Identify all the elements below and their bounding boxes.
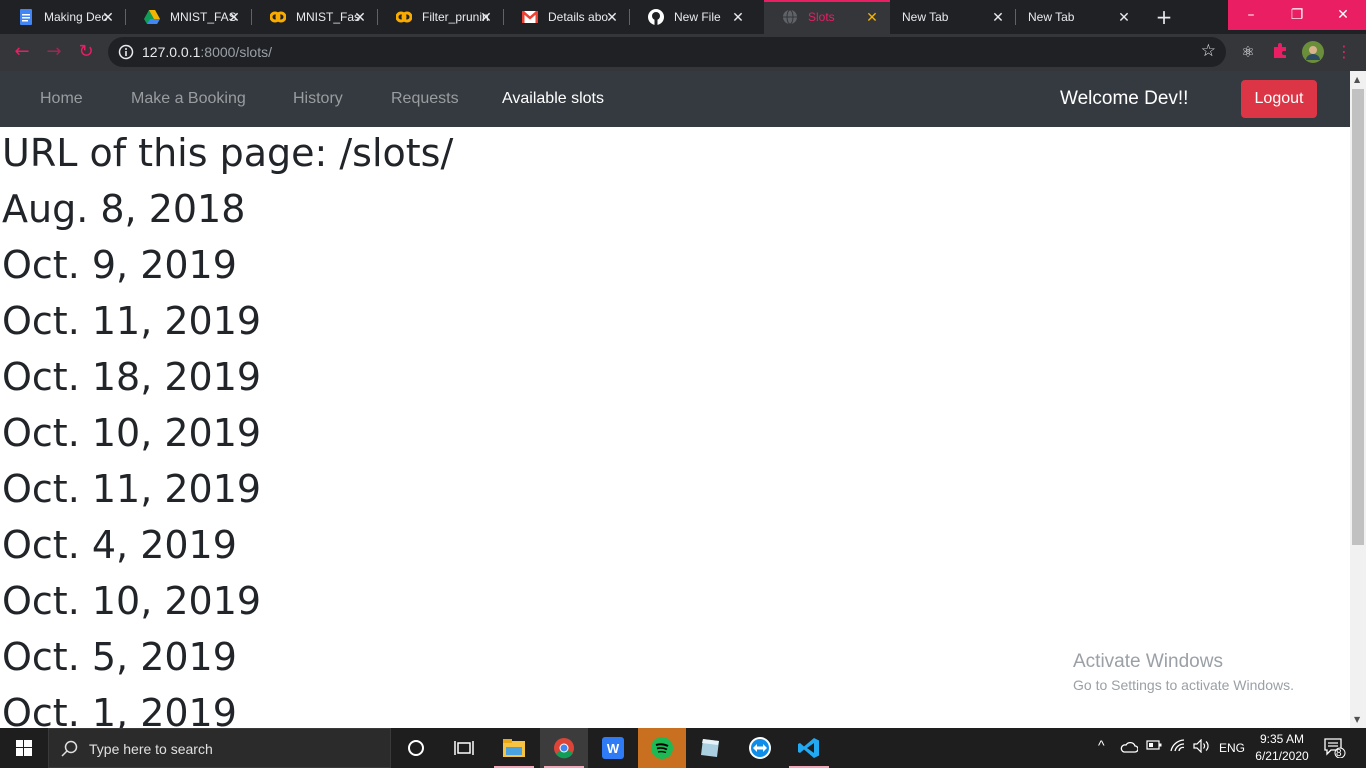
tab-slots[interactable]: Slots ✕ <box>764 0 890 34</box>
search-placeholder: Type here to search <box>89 741 213 757</box>
tab-close-icon[interactable]: ✕ <box>730 9 746 25</box>
slot-date: Oct. 10, 2019 <box>2 411 262 455</box>
logout-button[interactable]: Logout <box>1241 80 1317 118</box>
windows-taskbar: Type here to search W ^ ENG 9:35 AM 6/21… <box>0 728 1366 768</box>
file-explorer-icon[interactable] <box>490 728 538 768</box>
task-view-icon[interactable] <box>440 728 488 768</box>
slot-date: Oct. 4, 2019 <box>2 523 237 567</box>
address-path: :8000/slots/ <box>200 44 272 60</box>
clock-date: 6/21/2020 <box>1255 749 1309 763</box>
tab-close-icon[interactable]: ✕ <box>226 9 242 25</box>
watermark-subtitle: Go to Settings to activate Windows. <box>1073 677 1294 693</box>
browser-toolbar: ← → ↻ 127.0.0.1:8000/slots/ ☆ ⚛ ⋮ <box>0 34 1366 71</box>
slot-date: Oct. 18, 2019 <box>2 355 262 399</box>
taskbar-clock[interactable]: 9:35 AM 6/21/2020 <box>1250 731 1314 765</box>
cortana-icon[interactable] <box>392 728 440 768</box>
vscode-icon[interactable] <box>785 728 833 768</box>
tab-making-dec[interactable]: Making Dec ✕ <box>0 0 126 34</box>
scroll-down-arrow-icon[interactable]: ▼ <box>1354 715 1360 724</box>
browser-tab-strip: Making Dec ✕ MNIST_FAS ✕ MNIST_Fas ✕ Fil… <box>0 0 1366 34</box>
google-docs-icon <box>18 9 34 25</box>
search-icon <box>61 740 79 758</box>
tab-mnist-fas-colab[interactable]: MNIST_Fas ✕ <box>252 0 378 34</box>
chrome-icon[interactable] <box>540 728 588 768</box>
tab-new-tab-1[interactable]: New Tab ✕ <box>890 0 1016 34</box>
slot-date: Oct. 11, 2019 <box>2 467 262 511</box>
windows-start-icon[interactable] <box>0 728 48 768</box>
tray-chevron-up-icon[interactable]: ^ <box>1098 737 1105 753</box>
welcome-text: Welcome Dev!! <box>1060 88 1189 109</box>
tab-filter-pruning[interactable]: Filter_prunin ✕ <box>378 0 504 34</box>
slot-date: Oct. 1, 2019 <box>2 691 237 728</box>
slot-date: Oct. 10, 2019 <box>2 579 262 623</box>
slot-date: Oct. 5, 2019 <box>2 635 237 679</box>
tab-close-icon[interactable]: ✕ <box>1116 9 1132 25</box>
tab-mnist-fas-drive[interactable]: MNIST_FAS ✕ <box>126 0 252 34</box>
tab-close-icon[interactable]: ✕ <box>604 9 620 25</box>
address-url: 127.0.0.1:8000/slots/ <box>142 44 272 60</box>
tab-close-icon[interactable]: ✕ <box>990 9 1006 25</box>
page-content: URL of this page: /slots/ Aug. 8, 2018 O… <box>0 127 1350 728</box>
wifi-icon[interactable] <box>1170 739 1186 756</box>
bookmark-star-icon[interactable]: ☆ <box>1201 41 1216 61</box>
scrollbar-thumb[interactable] <box>1352 89 1364 545</box>
app-navbar: Home Make a Booking History Requests Ava… <box>0 71 1350 127</box>
tab-close-icon[interactable]: ✕ <box>478 9 494 25</box>
nav-requests[interactable]: Requests <box>391 90 459 108</box>
tab-title: New Tab <box>1028 10 1075 24</box>
scroll-up-arrow-icon[interactable]: ▲ <box>1354 75 1360 84</box>
spotify-icon[interactable] <box>638 728 686 768</box>
tab-new-tab-2[interactable]: New Tab ✕ <box>1016 0 1142 34</box>
menu-kebab-icon[interactable]: ⋮ <box>1334 42 1354 62</box>
nav-home[interactable]: Home <box>40 90 83 108</box>
profile-avatar[interactable] <box>1301 40 1325 64</box>
clock-time: 9:35 AM <box>1259 732 1305 746</box>
gmail-icon <box>522 9 538 25</box>
battery-icon[interactable] <box>1146 739 1162 754</box>
volume-icon[interactable] <box>1193 738 1211 756</box>
colab-icon <box>396 9 412 25</box>
minimize-button[interactable]: – <box>1228 0 1274 30</box>
activate-windows-watermark: Activate Windows Go to Settings to activ… <box>1073 651 1294 693</box>
colab-icon <box>270 9 286 25</box>
tab-close-icon[interactable]: ✕ <box>864 9 880 25</box>
google-drive-icon <box>144 9 160 25</box>
close-window-button[interactable]: ✕ <box>1320 0 1366 30</box>
onedrive-cloud-icon[interactable] <box>1120 739 1139 756</box>
tab-new-file[interactable]: New File ✕ <box>630 0 756 34</box>
restore-button[interactable]: ❐ <box>1274 0 1320 30</box>
github-icon <box>648 9 664 25</box>
back-arrow-icon[interactable]: ← <box>10 40 34 64</box>
extensions-puzzle-icon[interactable] <box>1270 42 1290 62</box>
page-url-heading: URL of this page: /slots/ <box>2 131 454 175</box>
forward-arrow-icon[interactable]: → <box>42 40 66 64</box>
notepad-app-icon[interactable] <box>686 728 734 768</box>
taskbar-search-box[interactable]: Type here to search <box>48 728 391 768</box>
tab-close-icon[interactable]: ✕ <box>352 9 368 25</box>
address-bar[interactable]: 127.0.0.1:8000/slots/ ☆ <box>108 37 1226 67</box>
notification-center-icon[interactable] <box>1324 738 1346 761</box>
reload-icon[interactable]: ↻ <box>74 40 98 64</box>
wps-writer-icon[interactable]: W <box>589 728 637 768</box>
info-icon[interactable] <box>118 44 134 60</box>
teamviewer-icon[interactable] <box>736 728 784 768</box>
page-scrollbar[interactable]: ▲ ▼ <box>1350 71 1366 728</box>
language-indicator[interactable]: ENG <box>1219 741 1245 755</box>
react-devtools-icon[interactable]: ⚛ <box>1238 42 1258 62</box>
tab-close-icon[interactable]: ✕ <box>100 9 116 25</box>
tab-title: New Tab <box>902 10 949 24</box>
nav-make-a-booking[interactable]: Make a Booking <box>131 90 246 108</box>
nav-history[interactable]: History <box>293 90 343 108</box>
slot-date: Oct. 11, 2019 <box>2 299 262 343</box>
svg-text:W: W <box>607 741 620 756</box>
globe-icon <box>782 9 798 25</box>
slot-date: Oct. 9, 2019 <box>2 243 237 287</box>
notification-count: 8 <box>1336 748 1342 759</box>
watermark-title: Activate Windows <box>1073 651 1223 672</box>
tab-details-about[interactable]: Details abo ✕ <box>504 0 630 34</box>
address-host: 127.0.0.1 <box>142 44 201 60</box>
slot-date: Aug. 8, 2018 <box>2 187 246 231</box>
nav-available-slots[interactable]: Available slots <box>502 90 604 108</box>
new-tab-button[interactable]: + <box>1152 6 1176 28</box>
